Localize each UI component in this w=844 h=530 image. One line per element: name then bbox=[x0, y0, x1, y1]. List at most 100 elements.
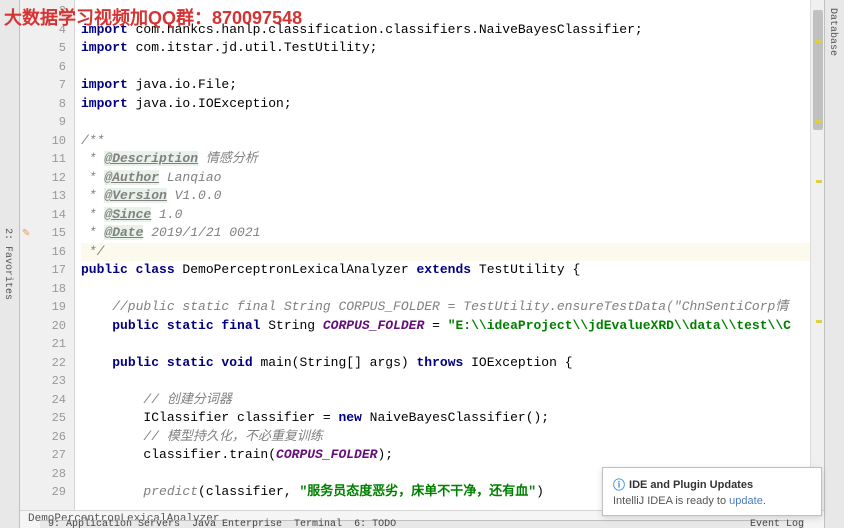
notification-title: ⓘ IDE and Plugin Updates bbox=[613, 476, 811, 493]
code-token: //public static final String CORPUS_FOLD… bbox=[81, 299, 788, 314]
bottom-tab-terminal[interactable]: Terminal bbox=[294, 519, 342, 530]
code-token: classifier.train( bbox=[81, 447, 276, 462]
code-line[interactable]: * @Date 2019/1/21 0021 bbox=[81, 224, 810, 243]
editor-area: 3456789101112131415✎1617▶1819202122▶2324… bbox=[20, 0, 824, 528]
line-number[interactable]: 17▶ bbox=[20, 261, 66, 280]
line-number[interactable]: 10 bbox=[20, 132, 66, 151]
code-token: import bbox=[81, 96, 136, 111]
code-token: public class bbox=[81, 262, 182, 277]
code-line[interactable]: import com.itstar.jd.util.TestUtility; bbox=[81, 39, 810, 58]
line-number[interactable]: 4 bbox=[20, 21, 66, 40]
line-number[interactable]: 18 bbox=[20, 280, 66, 299]
notification-update-link[interactable]: update bbox=[729, 495, 763, 507]
scrollbar-mark bbox=[816, 120, 822, 123]
code-line[interactable]: public static void main(String[] args) t… bbox=[81, 354, 810, 373]
right-tool-strip: Database Maven Ant Build bbox=[824, 0, 844, 528]
line-number[interactable]: 29 bbox=[20, 483, 66, 502]
line-number[interactable]: 20 bbox=[20, 317, 66, 336]
code-line[interactable]: import com.hankcs.hanlp.classification.c… bbox=[81, 21, 810, 40]
line-number[interactable]: 6 bbox=[20, 58, 66, 77]
code-token: "服务员态度恶劣，床单不干净，还有血" bbox=[299, 484, 536, 499]
code-token: (classifier, bbox=[198, 484, 299, 499]
code-line[interactable]: import java.io.IOException; bbox=[81, 95, 810, 114]
bottom-tab-todo[interactable]: 6: TODO bbox=[354, 519, 396, 530]
line-number[interactable]: 22▶ bbox=[20, 354, 66, 373]
line-number[interactable]: 19 bbox=[20, 298, 66, 317]
line-number[interactable]: 11 bbox=[20, 150, 66, 169]
code-scroll: 3456789101112131415✎1617▶1819202122▶2324… bbox=[20, 0, 824, 510]
right-tab-database[interactable]: Database bbox=[825, 0, 840, 528]
notification-popup: ⓘ IDE and Plugin Updates IntelliJ IDEA i… bbox=[602, 467, 822, 516]
code-line[interactable]: public class DemoPerceptronLexicalAnalyz… bbox=[81, 261, 810, 280]
code-token: V1.0.0 bbox=[167, 188, 222, 203]
code-line[interactable]: //public static final String CORPUS_FOLD… bbox=[81, 298, 810, 317]
code-token: 情感分析 bbox=[198, 151, 258, 166]
code-token: @Version bbox=[104, 188, 166, 203]
code-line[interactable] bbox=[81, 58, 810, 77]
code-line[interactable]: * @Description 情感分析 bbox=[81, 150, 810, 169]
line-number[interactable]: 14 bbox=[20, 206, 66, 225]
code-line[interactable]: * @Version V1.0.0 bbox=[81, 187, 810, 206]
editor-scrollbar[interactable] bbox=[810, 0, 824, 510]
code-line[interactable] bbox=[81, 335, 810, 354]
line-number[interactable]: 5 bbox=[20, 39, 66, 58]
code-line[interactable] bbox=[81, 372, 810, 391]
left-tab-favorites[interactable]: 2: Favorites bbox=[0, 220, 15, 308]
bottom-tab-appservers[interactable]: 9: Application Servers bbox=[48, 519, 180, 530]
code-token: java.io.IOException; bbox=[136, 96, 292, 111]
line-number[interactable]: 21 bbox=[20, 335, 66, 354]
line-number[interactable]: 23 bbox=[20, 372, 66, 391]
code-token: TestUtility { bbox=[479, 262, 580, 277]
code-line[interactable]: * @Since 1.0 bbox=[81, 206, 810, 225]
right-tab-maven[interactable]: Maven bbox=[840, 0, 844, 528]
code-line[interactable]: // 创建分词器 bbox=[81, 391, 810, 410]
code-line[interactable]: /** bbox=[81, 132, 810, 151]
line-number[interactable]: 28 bbox=[20, 465, 66, 484]
line-number[interactable]: 8 bbox=[20, 95, 66, 114]
line-number[interactable]: 24 bbox=[20, 391, 66, 410]
line-number[interactable]: 15✎ bbox=[20, 224, 66, 243]
code-token: 1.0 bbox=[151, 207, 182, 222]
code-line[interactable]: */ bbox=[81, 243, 810, 262]
line-number[interactable]: 7 bbox=[20, 76, 66, 95]
code-line[interactable]: * @Author Lanqiao bbox=[81, 169, 810, 188]
bottom-tab-javaee[interactable]: Java Enterprise bbox=[192, 519, 282, 530]
code-token: CORPUS_FOLDER bbox=[323, 318, 424, 333]
notification-body-suffix: . bbox=[763, 495, 766, 507]
code-token: * bbox=[81, 225, 104, 240]
code-token: "E:\\ideaProject\\jdEvalueXRD\\data\\tes… bbox=[448, 318, 791, 333]
line-number[interactable]: 3 bbox=[20, 2, 66, 21]
code-token: DemoPerceptronLexicalAnalyzer bbox=[182, 262, 416, 277]
scrollbar-thumb[interactable] bbox=[813, 10, 823, 130]
line-number[interactable]: 16 bbox=[20, 243, 66, 262]
scrollbar-mark bbox=[816, 40, 822, 43]
code-line[interactable]: import java.io.File; bbox=[81, 76, 810, 95]
line-number[interactable]: 25 bbox=[20, 409, 66, 428]
bottom-tab-eventlog[interactable]: Event Log bbox=[750, 519, 804, 530]
code-line[interactable]: IClassifier classifier = new NaiveBayesC… bbox=[81, 409, 810, 428]
code-token: throws bbox=[416, 355, 471, 370]
code-token: @Since bbox=[104, 207, 151, 222]
code-token: * bbox=[81, 188, 104, 203]
line-number[interactable]: 27 bbox=[20, 446, 66, 465]
code-token: import bbox=[81, 22, 136, 37]
line-number[interactable]: 12 bbox=[20, 169, 66, 188]
code-line[interactable]: // 模型持久化，不必重复训练 bbox=[81, 428, 810, 447]
code-token: import bbox=[81, 77, 136, 92]
code-line[interactable] bbox=[81, 113, 810, 132]
code-line[interactable] bbox=[81, 2, 810, 21]
code-token: public static void bbox=[112, 355, 260, 370]
code-token: IClassifier classifier = bbox=[81, 410, 338, 425]
notification-body: IntelliJ IDEA is ready to update. bbox=[613, 495, 811, 507]
line-number[interactable]: 9 bbox=[20, 113, 66, 132]
code-token: // 模型持久化，不必重复训练 bbox=[81, 429, 323, 444]
line-number[interactable]: 26 bbox=[20, 428, 66, 447]
bottom-toolbar: 9: Application Servers Java Enterprise T… bbox=[40, 520, 804, 528]
code-content[interactable]: import com.hankcs.hanlp.classification.c… bbox=[75, 0, 810, 510]
code-line[interactable]: public static final String CORPUS_FOLDER… bbox=[81, 317, 810, 336]
code-line[interactable]: classifier.train(CORPUS_FOLDER); bbox=[81, 446, 810, 465]
line-number[interactable]: 13 bbox=[20, 187, 66, 206]
code-token: java.io.File; bbox=[136, 77, 237, 92]
left-tool-strip: 2: Favorites 7: Structure 6: Web bbox=[0, 0, 20, 528]
code-line[interactable] bbox=[81, 280, 810, 299]
